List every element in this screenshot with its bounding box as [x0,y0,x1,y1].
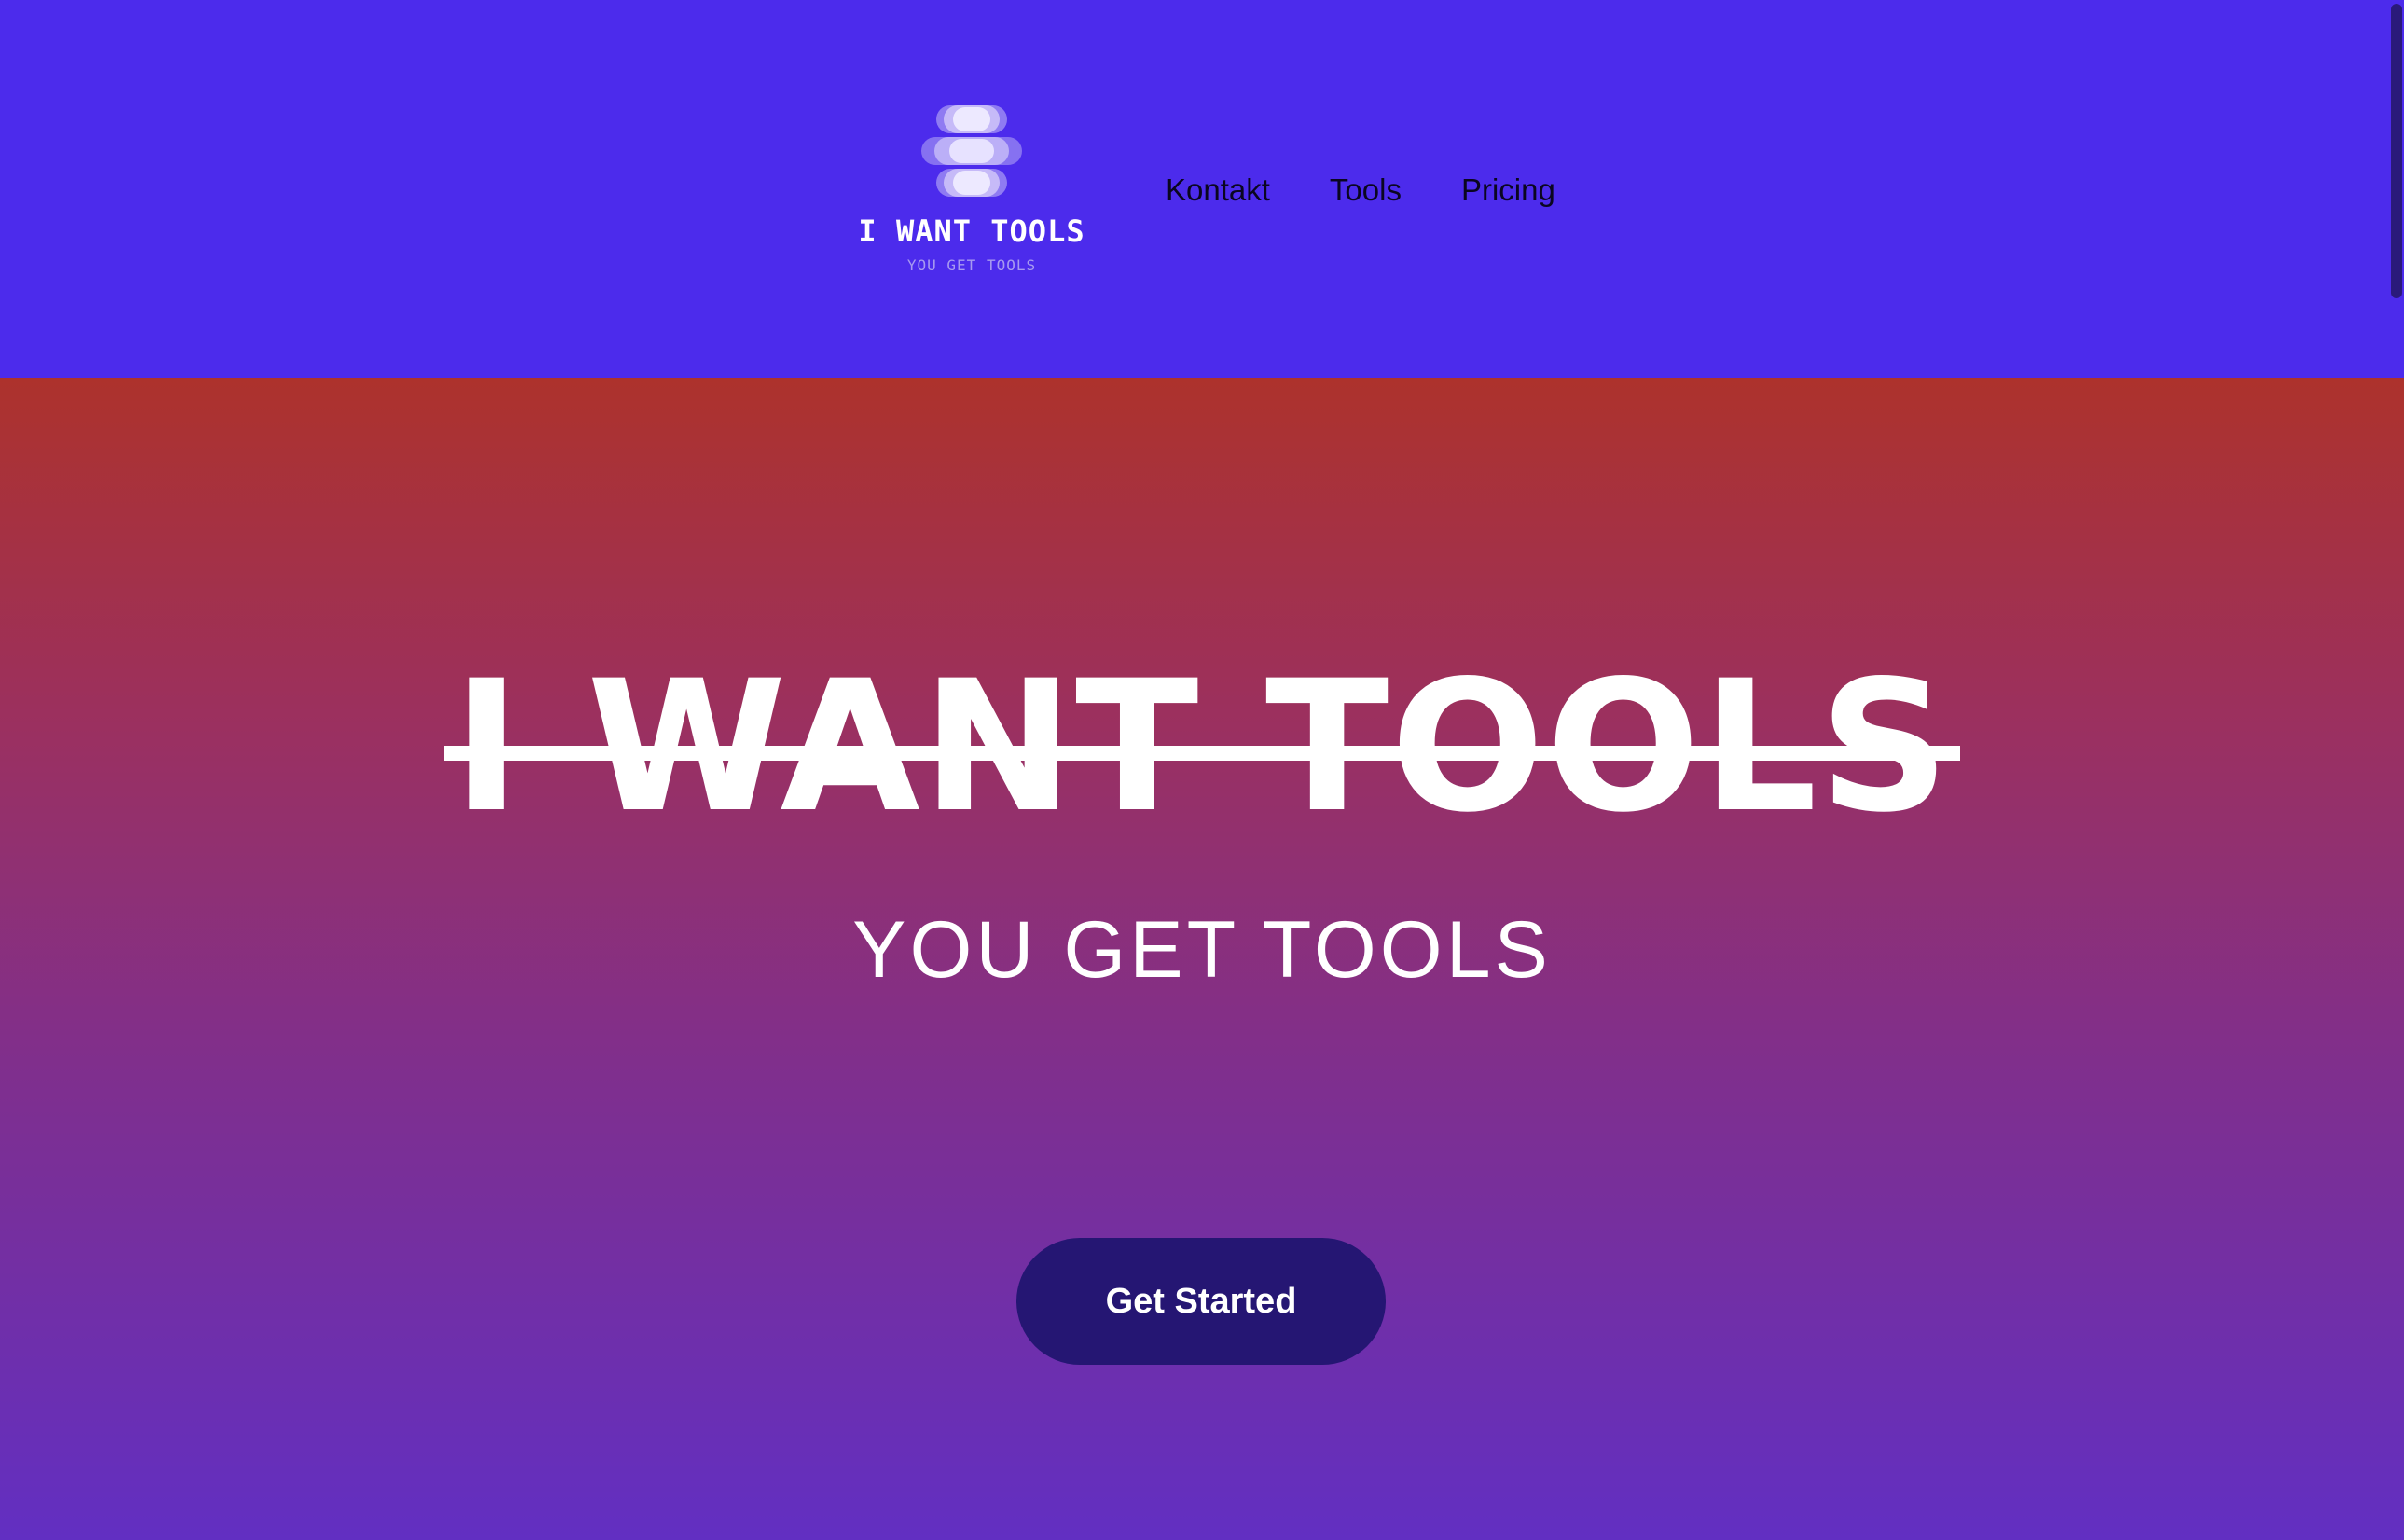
main-nav: Kontakt Tools Pricing [1166,170,1615,211]
nav-link-pricing[interactable]: Pricing [1461,172,1555,208]
hero-section: I WANT TOOLS YOU GET TOOLS Get Started [0,378,2404,1540]
nav-link-tools[interactable]: Tools [1330,172,1402,208]
site-logo[interactable]: I WANT TOOLS YOU GET TOOLS [839,98,1104,284]
hero-title-wrapper: I WANT TOOLS [0,649,2404,845]
page-scrollbar[interactable] [2387,0,2404,1540]
logo-subtitle: YOU GET TOOLS [906,256,1037,274]
logo-title: I WANT TOOLS [858,213,1085,249]
hero-subtitle: YOU GET TOOLS [852,905,1552,995]
nav-link-kontakt[interactable]: Kontakt [1166,172,1270,208]
get-started-button[interactable]: Get Started [1016,1238,1386,1365]
site-header: I WANT TOOLS YOU GET TOOLS Kontakt Tools… [0,0,2404,378]
hero-title-strikethrough [443,746,1961,761]
stacked-pills-logo-icon [921,105,1022,197]
scrollbar-thumb[interactable] [2391,4,2402,298]
hero-title: I WANT TOOLS [443,649,1961,845]
